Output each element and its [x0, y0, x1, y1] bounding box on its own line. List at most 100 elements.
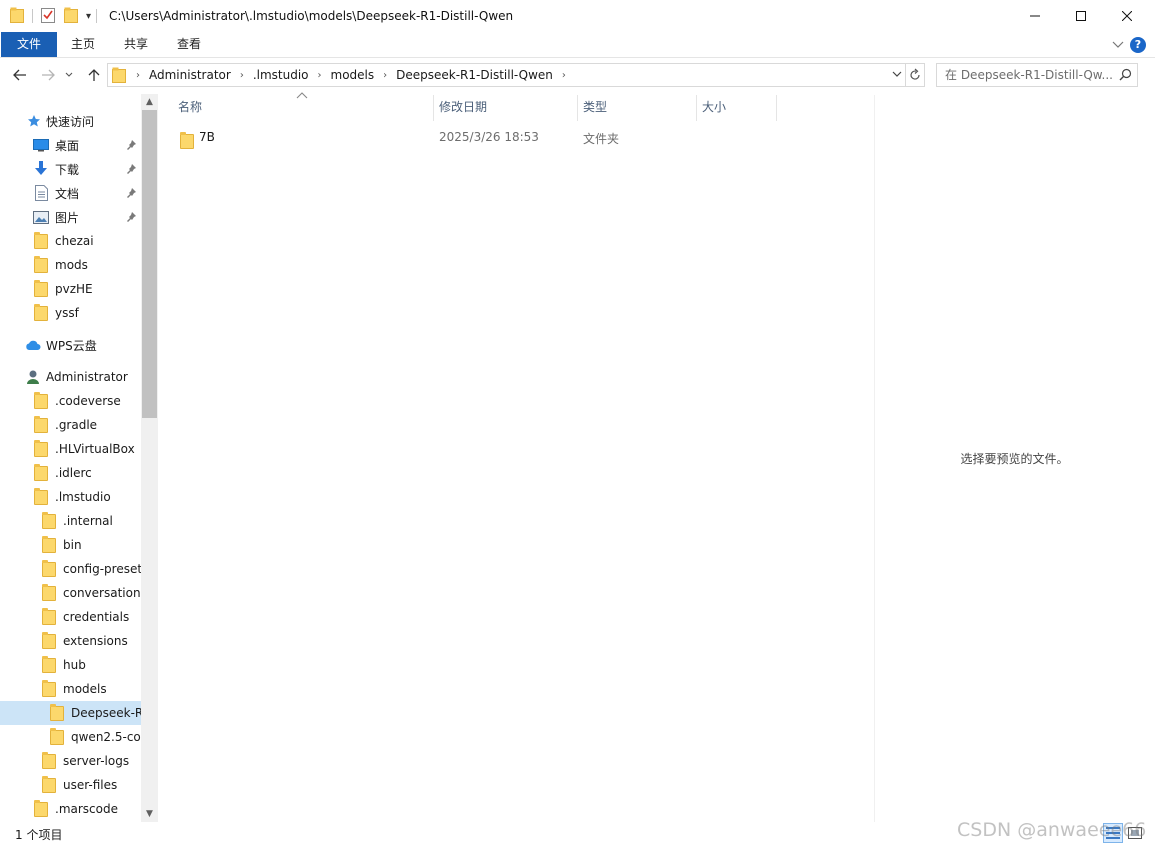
nav-item-deepseek[interactable]: Deepseek-R1: [0, 701, 151, 725]
nav-item-qwen[interactable]: qwen2.5-coc: [0, 725, 147, 749]
recent-locations-icon[interactable]: [62, 65, 76, 85]
nav-item-mods[interactable]: mods: [0, 253, 141, 277]
cloud-icon: [25, 337, 41, 353]
nav-label: conversations: [63, 586, 147, 600]
nav-label: 快速访问: [46, 114, 95, 129]
nav-item-codeverse[interactable]: .codeverse: [0, 389, 141, 413]
chevron-right-icon[interactable]: ›: [318, 70, 322, 81]
refresh-icon[interactable]: [909, 68, 921, 85]
address-bar[interactable]: › Administrator › .lmstudio › models › D…: [107, 63, 925, 87]
nav-item-pvzhe[interactable]: pvzHE: [0, 277, 141, 301]
nav-label: 文档: [55, 186, 80, 201]
nav-item-hlvirtualbox[interactable]: .HLVirtualBox: [0, 437, 141, 461]
nav-label: chezai: [55, 234, 94, 248]
chevron-right-icon[interactable]: ›: [383, 70, 387, 81]
search-box[interactable]: [936, 63, 1138, 87]
nav-quick-access[interactable]: 快速访问: [0, 109, 141, 133]
nav-scrollbar[interactable]: ▲ ▼: [141, 94, 158, 822]
breadcrumb-models[interactable]: models: [331, 68, 375, 82]
nav-item-conversations[interactable]: conversations: [0, 581, 147, 605]
nav-item-yssf[interactable]: yssf: [0, 301, 141, 325]
nav-item-desktop[interactable]: 桌面: [0, 133, 141, 157]
nav-item-hub[interactable]: hub: [0, 653, 141, 677]
scrollbar-thumb[interactable]: [142, 110, 157, 418]
folder-icon: [41, 559, 57, 577]
search-input[interactable]: [945, 66, 1117, 84]
expand-ribbon-icon[interactable]: [1111, 37, 1125, 51]
breadcrumb-lmstudio[interactable]: .lmstudio: [253, 68, 309, 82]
nav-label: models: [63, 682, 107, 696]
chevron-right-icon[interactable]: ›: [562, 70, 566, 81]
column-divider[interactable]: [776, 95, 777, 121]
nav-item-extensions[interactable]: extensions: [0, 629, 141, 653]
minimize-button[interactable]: [1012, 0, 1058, 32]
nav-item-chezai[interactable]: chezai: [0, 229, 141, 253]
nav-item-models[interactable]: models: [0, 677, 141, 701]
nav-item-bin[interactable]: bin: [0, 533, 141, 557]
close-button[interactable]: [1104, 0, 1150, 32]
nav-label: user-files: [63, 778, 118, 792]
new-folder-icon[interactable]: [64, 7, 78, 26]
nav-item-user-files[interactable]: user-files: [0, 773, 141, 797]
folder-icon: [33, 391, 49, 409]
folder-icon: [33, 231, 49, 249]
folder-icon: [41, 679, 57, 697]
pin-icon[interactable]: [125, 211, 137, 223]
nav-item-documents[interactable]: 文档: [0, 181, 141, 205]
folder-icon: [33, 255, 49, 273]
nav-item-downloads[interactable]: 下载: [0, 157, 141, 181]
nav-label: 桌面: [55, 138, 80, 153]
tab-share[interactable]: 共享: [110, 32, 162, 57]
pin-icon[interactable]: [125, 187, 137, 199]
user-icon: [25, 369, 41, 385]
nav-item-config-preset[interactable]: config-preset: [0, 557, 142, 581]
download-icon: [33, 161, 49, 177]
column-header-name[interactable]: 名称: [172, 95, 433, 121]
chevron-down-icon[interactable]: [892, 68, 902, 83]
pin-icon[interactable]: [125, 163, 137, 175]
chevron-right-icon[interactable]: ›: [136, 70, 140, 81]
nav-item-idlerc[interactable]: .idlerc: [0, 461, 141, 485]
column-header-size[interactable]: 大小: [696, 95, 776, 121]
nav-item-server-logs[interactable]: server-logs: [0, 749, 141, 773]
search-icon[interactable]: [1119, 68, 1132, 84]
back-button[interactable]: [10, 65, 30, 85]
nav-item-credentials[interactable]: credentials: [0, 605, 141, 629]
nav-label: .marscode: [55, 802, 118, 816]
scroll-up-icon[interactable]: ▲: [141, 94, 158, 110]
desktop-icon: [33, 137, 49, 153]
folder-icon: [41, 631, 57, 649]
breadcrumb-deepseek[interactable]: Deepseek-R1-Distill-Qwen: [396, 68, 553, 82]
nav-label: 下载: [55, 162, 80, 177]
nav-label: yssf: [55, 306, 79, 320]
file-row[interactable]: 7B 2025/3/26 18:53 文件夹: [172, 125, 776, 149]
pin-icon[interactable]: [125, 139, 137, 151]
chevron-right-icon[interactable]: ›: [240, 70, 244, 81]
breadcrumb-administrator[interactable]: Administrator: [149, 68, 231, 82]
folder-icon: [41, 511, 57, 529]
properties-icon[interactable]: [41, 7, 55, 26]
folder-icon: [49, 727, 65, 745]
nav-label: credentials: [63, 610, 130, 624]
customize-toolbar-icon[interactable]: ▾: [86, 11, 91, 22]
tab-view[interactable]: 查看: [164, 32, 214, 57]
document-icon: [33, 185, 49, 201]
help-button[interactable]: ?: [1130, 37, 1146, 53]
nav-item-internal[interactable]: .internal: [0, 509, 141, 533]
up-button[interactable]: [84, 65, 104, 85]
nav-label: mods: [55, 258, 88, 272]
nav-item-gradle[interactable]: .gradle: [0, 413, 141, 437]
nav-label: pvzHE: [55, 282, 93, 296]
column-header-modified[interactable]: 修改日期: [433, 95, 577, 121]
nav-item-lmstudio[interactable]: .lmstudio: [0, 485, 141, 509]
column-header-type[interactable]: 类型: [577, 95, 696, 121]
scroll-down-icon[interactable]: ▼: [141, 806, 158, 822]
tab-home[interactable]: 主页: [58, 32, 108, 57]
nav-user[interactable]: Administrator: [0, 365, 141, 389]
nav-item-pictures[interactable]: 图片: [0, 205, 141, 229]
nav-item-marscode[interactable]: .marscode: [0, 797, 141, 821]
tab-file[interactable]: 文件: [1, 32, 57, 57]
nav-wps-cloud[interactable]: WPS云盘: [0, 333, 141, 357]
forward-button[interactable]: [38, 65, 58, 85]
maximize-button[interactable]: [1058, 0, 1104, 32]
